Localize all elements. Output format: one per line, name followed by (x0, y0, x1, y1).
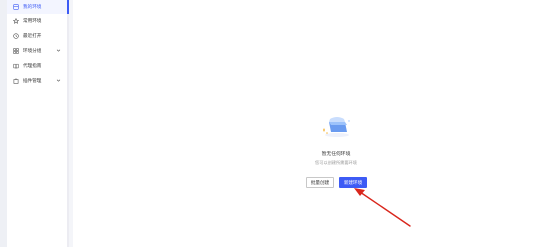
grid-icon (12, 48, 19, 55)
sidebar: 我的环境 常用环境 最近打开 环境分组 代理指南 插件管理 (7, 0, 69, 247)
batch-create-button[interactable]: 批量创建 (306, 177, 334, 188)
sidebar-item-label: 常用环境 (23, 19, 42, 24)
sidebar-item-my-environments[interactable]: 我的环境 (7, 0, 69, 14)
clock-icon (12, 33, 19, 40)
sidebar-item-proxy-guide[interactable]: 代理指南 (7, 59, 67, 73)
star-icon (12, 18, 19, 25)
sidebar-item-label: 代理指南 (23, 64, 42, 69)
empty-box-icon (323, 117, 350, 137)
sidebar-item-label: 插件管理 (23, 79, 42, 84)
chevron-down-icon (56, 79, 61, 82)
sidebar-item-recently-opened[interactable]: 最近打开 (7, 29, 67, 43)
sidebar-item-label: 我的环境 (23, 5, 42, 10)
sidebar-item-environment-groups[interactable]: 环境分组 (7, 44, 67, 58)
environment-icon (12, 4, 19, 11)
sidebar-item-label: 环境分组 (23, 49, 42, 54)
empty-state-description: 您可以创建所需要环境 (315, 160, 357, 165)
book-icon (12, 63, 19, 70)
sidebar-item-plugin-management[interactable]: 插件管理 (7, 74, 67, 88)
empty-state-title: 暂无任何环境 (321, 152, 351, 157)
sidebar-item-label: 最近打开 (23, 34, 42, 39)
red-arrow-annotation (354, 188, 411, 227)
chevron-down-icon (56, 49, 61, 52)
left-gutter (0, 0, 7, 247)
content-divider (69, 0, 73, 247)
sidebar-item-favorite-environments[interactable]: 常用环境 (7, 14, 67, 28)
plugin-icon (12, 78, 19, 85)
